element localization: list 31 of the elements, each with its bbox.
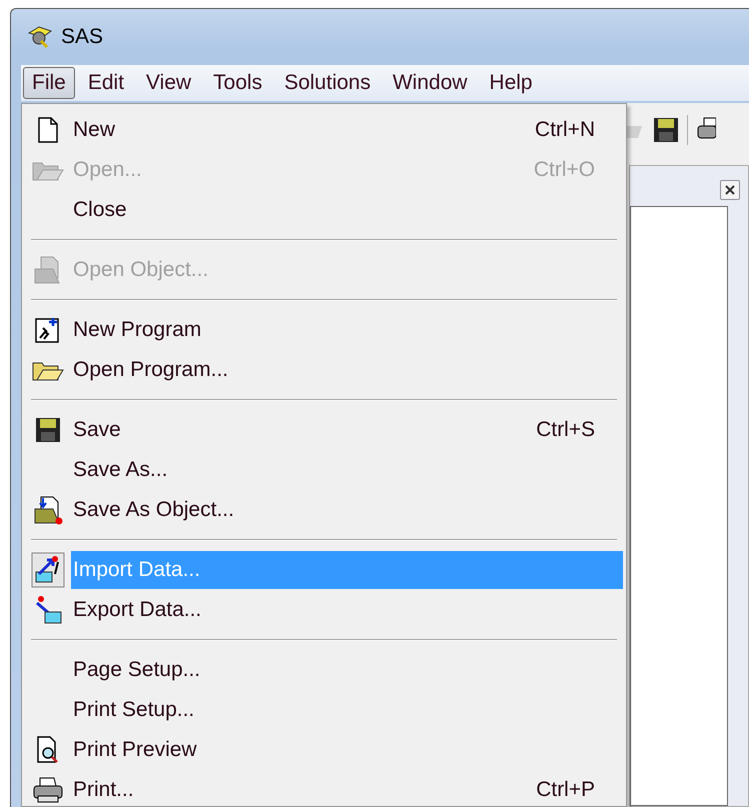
menu-bar-item[interactable]: Tools (204, 67, 272, 99)
menu-bar-item[interactable]: Solutions (275, 67, 380, 99)
menu-bar-item[interactable]: File (23, 67, 75, 99)
menu-item[interactable]: Save (71, 411, 536, 449)
menu-bar-item[interactable]: Window (384, 67, 476, 99)
menu-item[interactable]: Save As... (71, 451, 623, 489)
app-logo-icon (27, 25, 53, 49)
shortcut-text: Ctrl+N (534, 118, 596, 142)
menu-bar-item[interactable]: Edit (78, 67, 134, 99)
menu-item[interactable]: New Program (71, 311, 623, 349)
printer-icon (32, 776, 64, 804)
shortcut-text: Ctrl+P (536, 778, 596, 802)
menu-bar-item[interactable]: Help (480, 67, 542, 99)
menu-item[interactable]: Print Preview (71, 731, 623, 769)
menu-item[interactable]: New (71, 111, 535, 149)
menu-item[interactable]: Print Setup... (71, 691, 623, 729)
shortcut-text: Ctrl+S (536, 418, 596, 442)
menu-item[interactable]: Open Program... (71, 351, 623, 389)
page-icon (37, 117, 59, 143)
import-data-icon (31, 552, 65, 588)
close-icon[interactable] (720, 180, 740, 200)
program-icon (34, 316, 62, 344)
menu-item[interactable]: Close (71, 191, 623, 229)
menu-item[interactable]: Save As Object... (71, 491, 623, 529)
menu-item[interactable]: Page Setup... (71, 651, 623, 689)
menu-item[interactable]: Export Data... (71, 591, 623, 629)
window-title: SAS (61, 25, 104, 49)
document-folder-icon (33, 495, 63, 525)
menu-item[interactable]: Print... (71, 771, 536, 806)
shortcut-text: Ctrl+O (534, 158, 596, 182)
menu-bar-item[interactable]: View (137, 67, 200, 99)
